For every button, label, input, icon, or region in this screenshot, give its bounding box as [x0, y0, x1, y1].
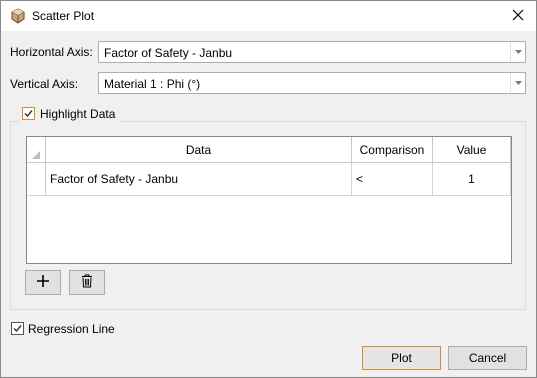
cell-data[interactable]: Factor of Safety - Janbu — [46, 163, 352, 196]
highlight-data-label: Highlight Data — [40, 107, 116, 121]
regression-line-label: Regression Line — [28, 322, 115, 336]
column-header-comparison[interactable]: Comparison — [352, 137, 433, 163]
delete-row-button[interactable] — [69, 270, 105, 295]
plot-button[interactable]: Plot — [362, 346, 441, 370]
column-header-value[interactable]: Value — [433, 137, 511, 163]
window-title: Scatter Plot — [32, 9, 95, 23]
regression-line-checkbox[interactable] — [11, 322, 24, 335]
horizontal-axis-select[interactable]: Factor of Safety - Janbu — [98, 41, 526, 63]
cancel-button[interactable]: Cancel — [448, 346, 527, 370]
vertical-axis-label: Vertical Axis: — [10, 77, 79, 91]
cube-icon — [10, 8, 26, 24]
trash-icon — [81, 274, 93, 291]
plus-icon — [36, 274, 50, 291]
horizontal-axis-label: Horizontal Axis: — [10, 45, 93, 59]
vertical-axis-value: Material 1 : Phi (°) — [104, 77, 201, 91]
table-corner[interactable] — [27, 137, 46, 163]
horizontal-axis-value: Factor of Safety - Janbu — [104, 46, 233, 60]
highlight-data-checkbox[interactable] — [22, 107, 35, 120]
highlight-table: Data Comparison Value Factor of Safety -… — [26, 136, 512, 264]
close-icon — [512, 9, 524, 24]
chevron-down-icon[interactable] — [510, 73, 525, 93]
chevron-down-icon[interactable] — [510, 42, 525, 62]
column-header-data[interactable]: Data — [46, 137, 352, 163]
cell-value[interactable]: 1 — [433, 163, 511, 196]
vertical-axis-select[interactable]: Material 1 : Phi (°) — [98, 72, 526, 94]
add-row-button[interactable] — [25, 270, 61, 295]
close-button[interactable] — [500, 1, 536, 31]
row-header[interactable] — [27, 163, 46, 196]
cell-comparison[interactable]: < — [352, 163, 433, 196]
title-bar: Scatter Plot — [1, 1, 536, 31]
scatter-plot-dialog: Scatter Plot Horizontal Axis: Factor of … — [0, 0, 537, 378]
